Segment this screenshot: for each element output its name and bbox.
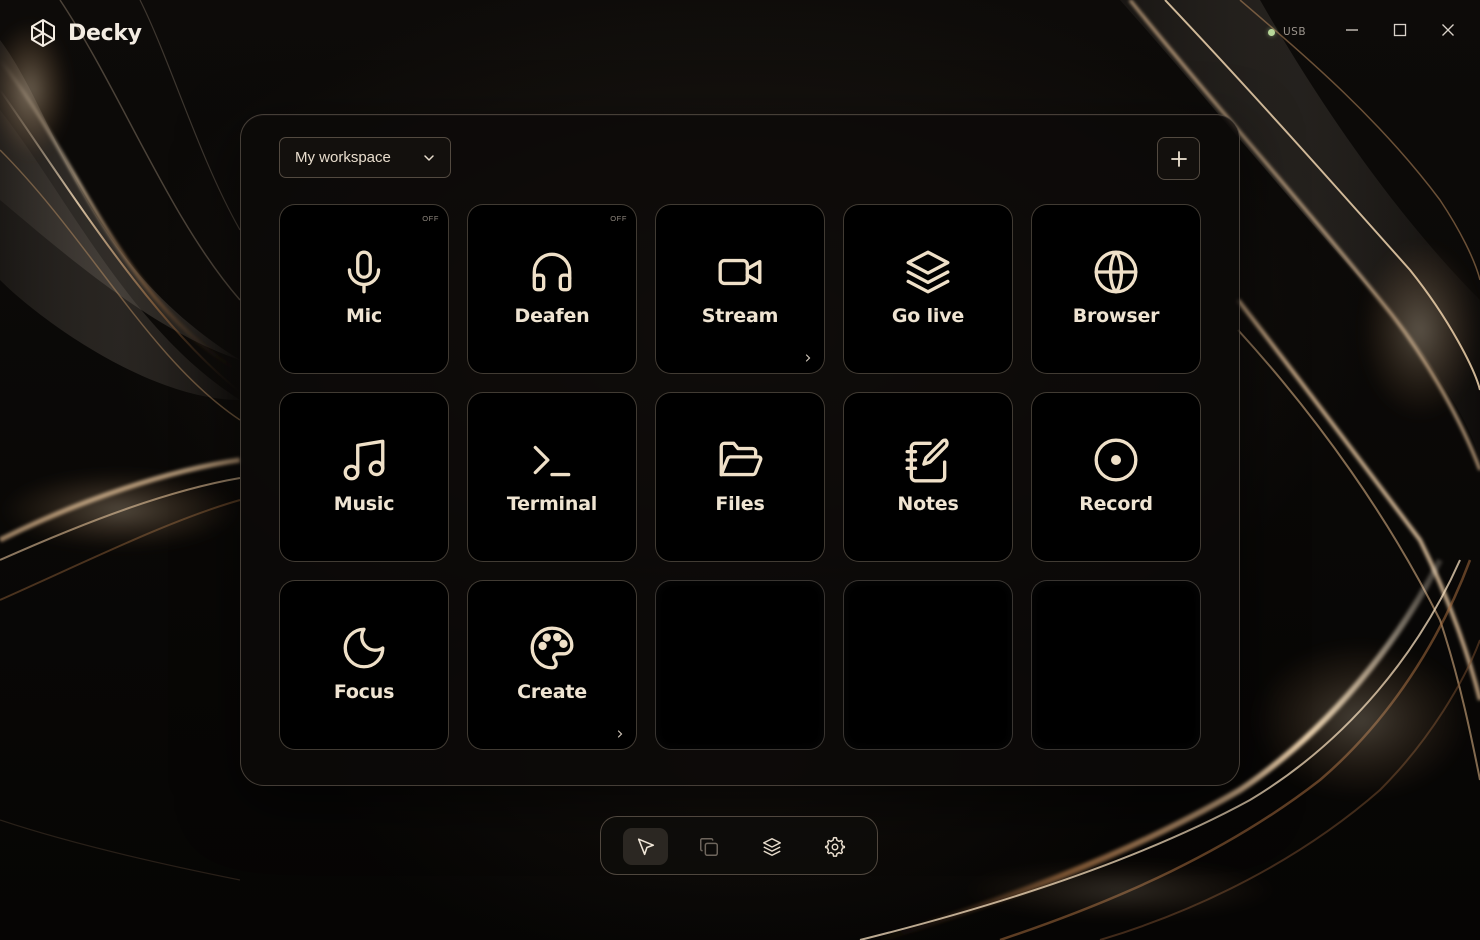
key-mic[interactable]: OFF Mic xyxy=(279,204,449,374)
workspace-select[interactable]: My workspace xyxy=(279,137,451,178)
chevron-down-icon xyxy=(424,154,434,161)
headphones-icon xyxy=(527,247,577,297)
bottom-toolbar xyxy=(600,816,878,875)
gear-icon xyxy=(824,836,845,857)
chevron-right-icon xyxy=(805,354,811,362)
folder-open-icon xyxy=(715,435,765,485)
music-note-icon xyxy=(339,435,389,485)
key-files[interactable]: Files xyxy=(655,392,825,562)
decky-logo-icon xyxy=(28,18,58,48)
key-grid: OFF Mic OFF Deafen Stream Go live Browse… xyxy=(279,204,1201,750)
deck-panel: My workspace OFF Mic OFF Deafen Stream G… xyxy=(240,114,1240,786)
key-status-badge: OFF xyxy=(610,214,627,223)
key-empty-slot[interactable] xyxy=(1031,580,1201,750)
key-label: Create xyxy=(517,681,587,703)
palette-icon xyxy=(527,623,577,673)
key-record[interactable]: Record xyxy=(1031,392,1201,562)
key-stream[interactable]: Stream xyxy=(655,204,825,374)
video-camera-icon xyxy=(715,247,765,297)
duplicate-tool-button[interactable] xyxy=(686,828,731,865)
connection-label: USB xyxy=(1283,26,1307,38)
key-label: Go live xyxy=(891,305,965,327)
key-empty-slot[interactable] xyxy=(655,580,825,750)
key-deafen[interactable]: OFF Deafen xyxy=(467,204,637,374)
close-button[interactable] xyxy=(1432,14,1464,46)
minimize-button[interactable] xyxy=(1336,14,1368,46)
maximize-icon xyxy=(1393,23,1407,37)
maximize-button[interactable] xyxy=(1384,14,1416,46)
connection-status: USB xyxy=(1268,26,1306,38)
close-icon xyxy=(1442,24,1454,36)
connection-indicator-dot xyxy=(1268,28,1275,36)
key-label: Music xyxy=(333,493,395,515)
key-label: Record xyxy=(1079,493,1153,515)
record-icon xyxy=(1091,435,1141,485)
key-music[interactable]: Music xyxy=(279,392,449,562)
settings-button[interactable] xyxy=(812,828,857,865)
key-label: Deafen xyxy=(514,305,590,327)
layers-icon xyxy=(903,247,953,297)
key-label: Stream xyxy=(701,305,779,327)
plus-icon xyxy=(1170,150,1187,167)
key-empty-slot[interactable] xyxy=(843,580,1013,750)
select-tool-button[interactable] xyxy=(623,828,668,865)
key-label: Notes xyxy=(897,493,959,515)
workspace-select-value: My workspace xyxy=(295,149,391,166)
moon-icon xyxy=(339,623,389,673)
key-notes[interactable]: Notes xyxy=(843,392,1013,562)
add-key-button[interactable] xyxy=(1157,137,1200,180)
key-label: Mic xyxy=(345,305,383,327)
key-status-badge: OFF xyxy=(422,214,439,223)
app-window: Decky USB My workspace OFF Mic OFF Deafe… xyxy=(0,0,1480,940)
key-terminal[interactable]: Terminal xyxy=(467,392,637,562)
cursor-select-icon xyxy=(637,837,654,855)
terminal-icon xyxy=(527,435,577,485)
copy-icon xyxy=(699,837,718,856)
key-focus[interactable]: Focus xyxy=(279,580,449,750)
globe-icon xyxy=(1091,247,1141,297)
key-label: Files xyxy=(715,493,765,515)
layers-icon xyxy=(762,837,781,856)
key-label: Focus xyxy=(333,681,395,703)
minimize-icon xyxy=(1346,29,1358,31)
app-name: Decky xyxy=(68,20,142,46)
key-browser[interactable]: Browser xyxy=(1031,204,1201,374)
chevron-right-icon xyxy=(617,730,623,738)
notebook-pen-icon xyxy=(903,435,953,485)
key-label: Browser xyxy=(1072,305,1160,327)
layers-tool-button[interactable] xyxy=(749,828,794,865)
key-label: Terminal xyxy=(506,493,598,515)
key-create[interactable]: Create xyxy=(467,580,637,750)
app-brand: Decky xyxy=(28,18,142,48)
key-go-live[interactable]: Go live xyxy=(843,204,1013,374)
mic-icon xyxy=(339,247,389,297)
